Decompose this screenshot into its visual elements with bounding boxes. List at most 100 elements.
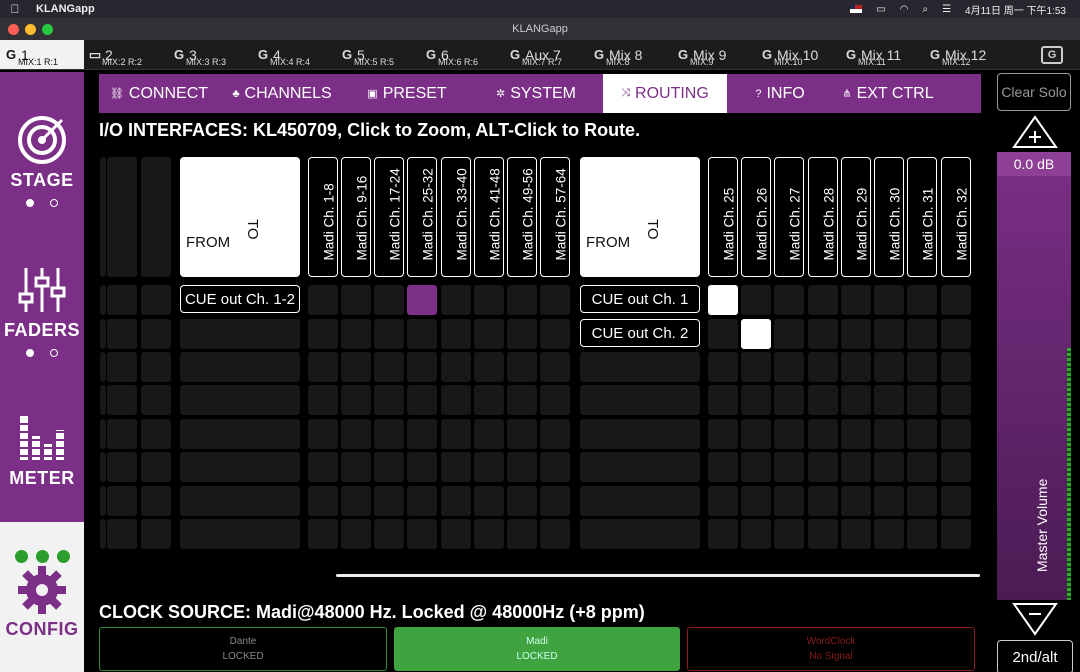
routing-cell[interactable] — [308, 385, 338, 415]
routing-cell[interactable] — [874, 352, 904, 382]
second-alt-button[interactable]: 2nd/alt — [997, 640, 1073, 672]
column-header[interactable]: Madi Ch. 57-64 — [540, 157, 570, 277]
routing-cell[interactable] — [841, 385, 871, 415]
tab-info[interactable]: ? INFO — [727, 74, 833, 113]
routing-cell[interactable] — [741, 319, 771, 349]
routing-cell[interactable] — [407, 452, 437, 482]
routing-cell[interactable] — [907, 319, 937, 349]
routing-cell[interactable] — [941, 519, 971, 549]
routing-cell[interactable] — [941, 385, 971, 415]
mix-tab-6[interactable]: G 6 MIX:6 R:6 — [420, 40, 504, 69]
row-label[interactable]: CUE out Ch. 2 — [580, 319, 700, 347]
routing-cell[interactable] — [407, 385, 437, 415]
routing-cell[interactable] — [107, 319, 137, 349]
routing-cell[interactable] — [841, 419, 871, 449]
routing-cell[interactable] — [774, 419, 804, 449]
routing-cell[interactable] — [774, 285, 804, 315]
routing-cell[interactable] — [774, 519, 804, 549]
routing-cell[interactable] — [441, 319, 471, 349]
routing-cell[interactable] — [141, 519, 171, 549]
routing-cell[interactable] — [100, 519, 106, 549]
mix-tab-4[interactable]: G 4 MIX:4 R:4 — [252, 40, 336, 69]
routing-cell[interactable] — [341, 419, 371, 449]
routing-cell[interactable] — [341, 319, 371, 349]
mix-tab-12[interactable]: G Mix 12 MIX:12 — [924, 40, 1008, 69]
routing-cell[interactable] — [441, 486, 471, 516]
routing-cell[interactable] — [808, 452, 838, 482]
routing-cell[interactable] — [540, 285, 570, 315]
column-header[interactable]: Madi Ch. 33-40 — [441, 157, 471, 277]
routing-cell[interactable] — [874, 486, 904, 516]
routing-cell[interactable] — [341, 519, 371, 549]
column-header[interactable]: Madi Ch. 28 — [808, 157, 838, 277]
routing-cell[interactable] — [708, 352, 738, 382]
routing-cell[interactable] — [374, 319, 404, 349]
routing-cell[interactable] — [941, 352, 971, 382]
routing-cell[interactable] — [407, 486, 437, 516]
apple-icon[interactable]:  — [0, 2, 30, 16]
routing-cell[interactable] — [874, 319, 904, 349]
mix-tab-8[interactable]: G Mix 8 MIX:8 — [588, 40, 672, 69]
routing-cell[interactable] — [540, 419, 570, 449]
mix-tab-3[interactable]: G 3 MIX:3 R:3 — [168, 40, 252, 69]
routing-cell[interactable] — [107, 157, 137, 277]
volume-up-button[interactable] — [1012, 115, 1058, 149]
routing-cell[interactable] — [474, 352, 504, 382]
routing-cell[interactable] — [540, 352, 570, 382]
routing-cell[interactable] — [107, 519, 137, 549]
clock-source-dante[interactable]: Dante LOCKED — [99, 627, 387, 671]
routing-cell[interactable] — [774, 452, 804, 482]
menubar-clock[interactable]: 4月11日 周一 下午1:53 — [965, 2, 1066, 17]
horizontal-scrollbar[interactable] — [336, 574, 980, 577]
routing-cell[interactable] — [308, 519, 338, 549]
routing-cell[interactable] — [874, 385, 904, 415]
routing-cell[interactable] — [100, 157, 106, 277]
routing-cell[interactable] — [407, 352, 437, 382]
column-header[interactable]: Madi Ch. 30 — [874, 157, 904, 277]
routing-cell[interactable] — [474, 285, 504, 315]
routing-cell[interactable] — [540, 452, 570, 482]
routing-cell[interactable] — [907, 486, 937, 516]
routing-cell[interactable] — [107, 285, 137, 315]
routing-cell[interactable] — [100, 285, 106, 315]
routing-cell[interactable] — [441, 419, 471, 449]
routing-cell[interactable] — [808, 519, 838, 549]
routing-cell[interactable] — [107, 385, 137, 415]
routing-cell[interactable] — [741, 419, 771, 449]
tab-routing[interactable]: ⤨ ROUTING — [603, 74, 727, 113]
routing-cell[interactable] — [507, 319, 537, 349]
routing-cell[interactable] — [841, 285, 871, 315]
close-window-button[interactable] — [8, 24, 19, 35]
column-header[interactable]: Madi Ch. 27 — [774, 157, 804, 277]
spotlight-icon[interactable]: ⌕ — [922, 4, 928, 15]
menubar-app-name[interactable]: KLANGapp — [36, 3, 95, 15]
routing-cell[interactable] — [407, 419, 437, 449]
battery-icon[interactable]: ▭ — [876, 4, 885, 15]
tab-system[interactable]: ✲ SYSTEM — [469, 74, 603, 113]
routing-cell[interactable] — [941, 319, 971, 349]
routing-cell[interactable] — [341, 452, 371, 482]
routing-cell[interactable] — [308, 452, 338, 482]
routing-cell[interactable] — [741, 352, 771, 382]
mix-tab-11[interactable]: G Mix 11 MIX:11 — [840, 40, 924, 69]
routing-cell[interactable] — [741, 486, 771, 516]
sidebar-item-stage[interactable]: STAGE — [0, 114, 84, 207]
mix-tab-7[interactable]: G Aux 7 MIX:7 R:7 — [504, 40, 588, 69]
routing-cell[interactable] — [441, 519, 471, 549]
mix-tab-5[interactable]: G 5 MIX:5 R:5 — [336, 40, 420, 69]
control-center-icon[interactable]: ☰ — [942, 4, 951, 15]
sidebar-item-faders[interactable]: FADERS — [0, 264, 84, 357]
routing-cell[interactable] — [100, 419, 106, 449]
routing-cell[interactable] — [107, 419, 137, 449]
routing-cell[interactable] — [808, 385, 838, 415]
row-label[interactable]: CUE out Ch. 1-2 — [180, 285, 300, 313]
routing-cell[interactable] — [308, 319, 338, 349]
routing-cell[interactable] — [100, 319, 106, 349]
routing-cell[interactable] — [107, 352, 137, 382]
routing-cell[interactable] — [474, 385, 504, 415]
routing-cell[interactable] — [540, 519, 570, 549]
routing-cell[interactable] — [808, 419, 838, 449]
clear-solo-button[interactable]: Clear Solo — [997, 73, 1071, 111]
routing-cell[interactable] — [774, 319, 804, 349]
routing-cell[interactable] — [808, 285, 838, 315]
